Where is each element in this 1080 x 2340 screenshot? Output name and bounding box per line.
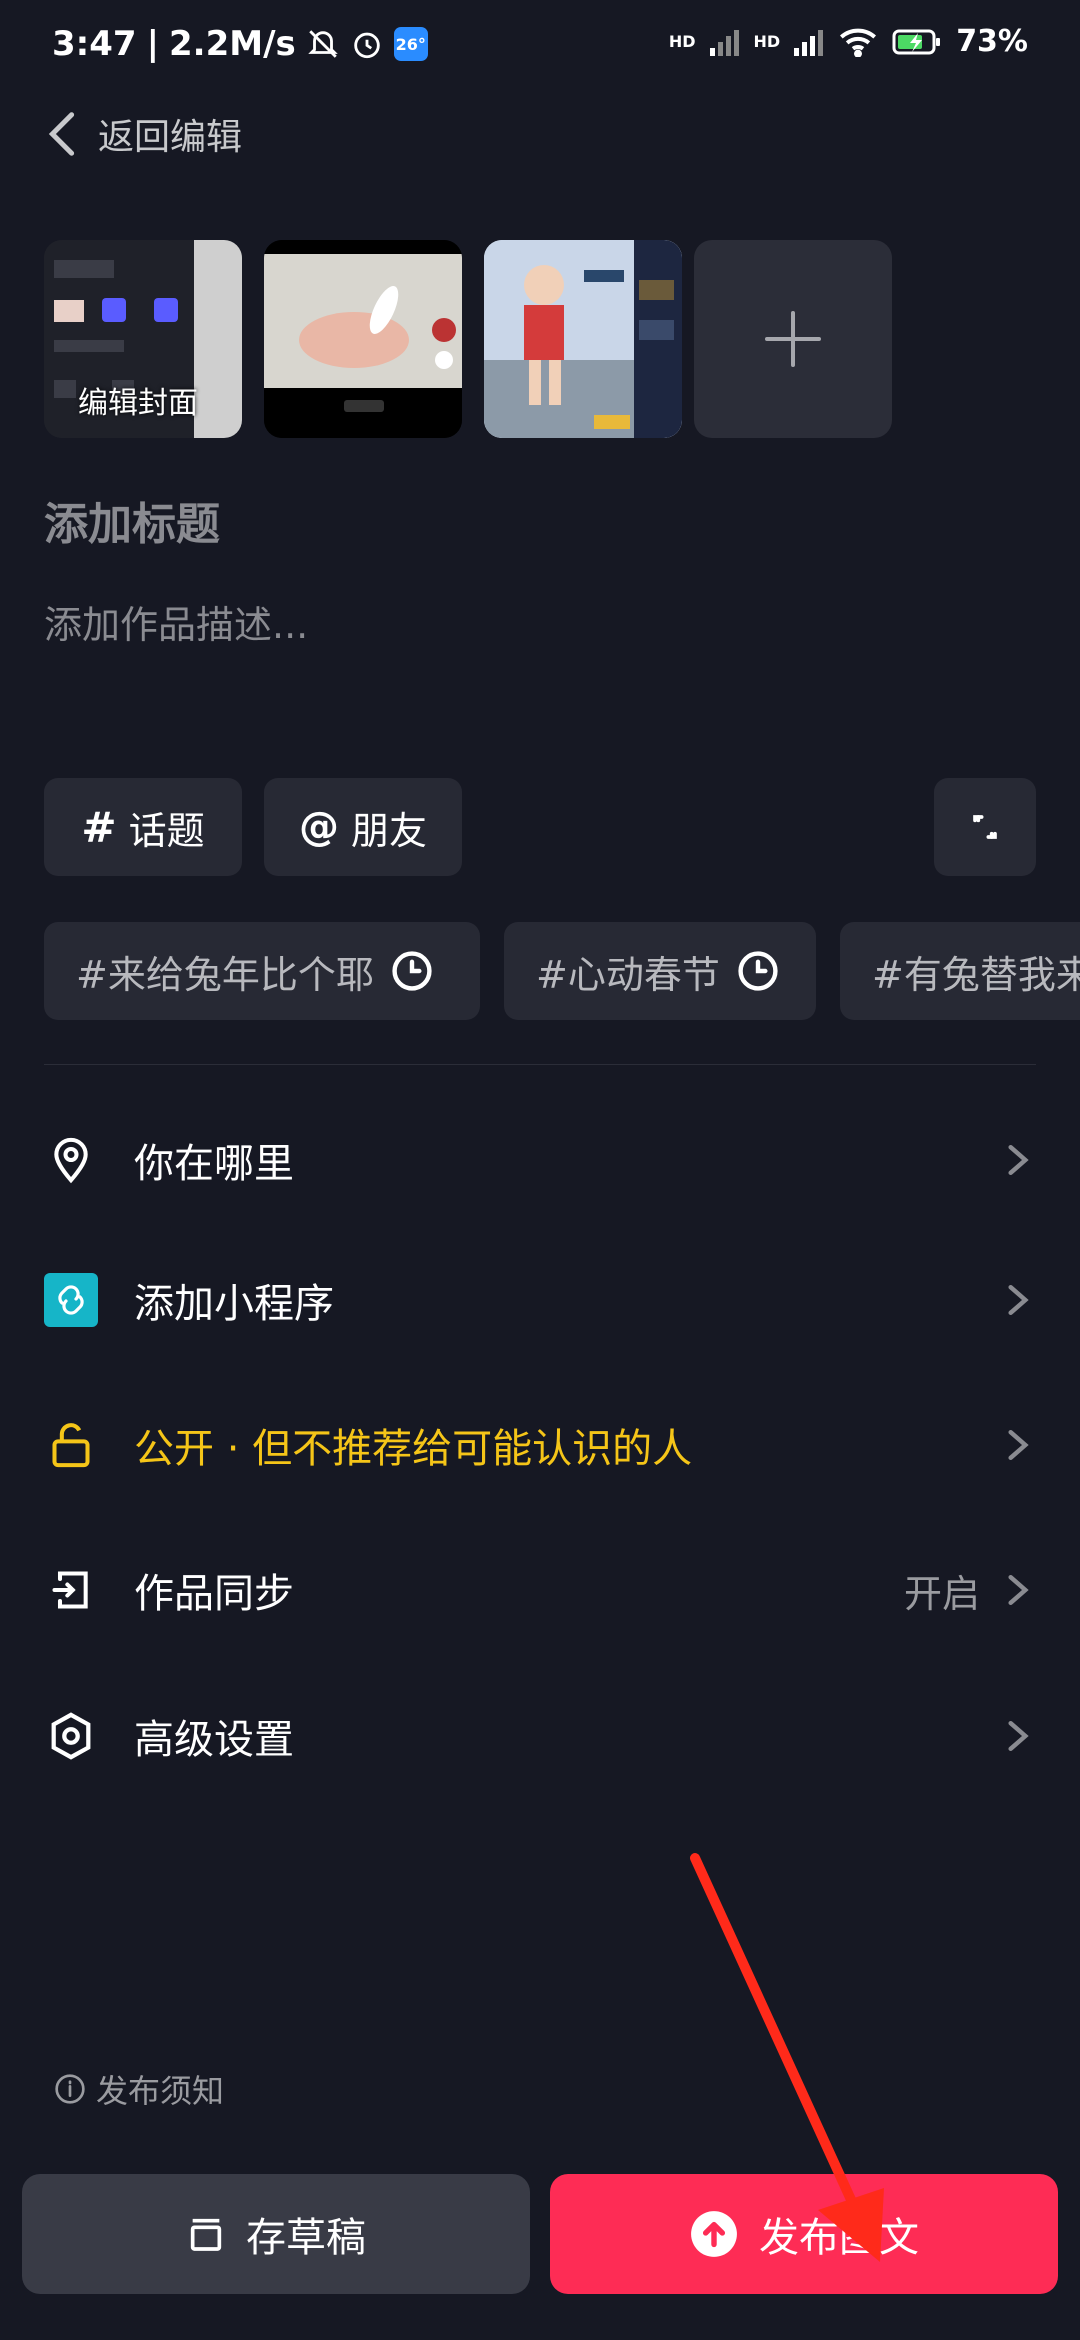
hash-icon: # [81,802,117,852]
expand-editor-button[interactable] [934,778,1036,876]
weather-temp: 26° [395,34,426,54]
battery-charging-icon [892,29,941,54]
alarm-icon [353,32,380,59]
divider [44,1064,1036,1065]
publish-notice-label: 发布须知 [96,2072,225,2110]
visibility-label: 公开 · 但不推荐给可能认识的人 [134,1426,693,1472]
visibility-row[interactable]: 公开 · 但不推荐给可能认识的人 [44,1395,1036,1495]
status-time: 3:47 [52,24,137,64]
mini-program-icon [44,1273,98,1327]
edit-cover-label: 编辑封面 [78,386,198,421]
chevron-right-icon [1000,1718,1036,1754]
unlock-icon [44,1418,98,1472]
location-row[interactable]: 你在哪里 [44,1110,1036,1210]
add-media-button[interactable] [694,240,892,438]
back-button[interactable]: 返回编辑 [44,108,242,160]
battery-percent: 73% [956,24,1028,59]
save-draft-button[interactable]: 存草稿 [22,2174,530,2294]
weather-icon: 26° [393,27,428,61]
sync-row[interactable]: 作品同步 开启 [44,1540,1036,1640]
chevron-right-icon [1000,1427,1036,1463]
mention-friend-button[interactable]: @ 朋友 [264,778,462,876]
upload-circle-icon [691,2211,737,2257]
back-label: 返回编辑 [98,117,243,158]
suggested-topic-2-label: #心动春节 [536,952,720,997]
cover-thumbnail[interactable]: 编辑封面 [44,240,242,438]
chevron-left-icon [48,112,75,156]
title-input[interactable]: 添加标题 [44,488,220,552]
video-thumbnail[interactable] [264,240,462,438]
publish-notice-link[interactable]: 发布须知 [54,2066,224,2112]
bell-muted-icon [307,30,338,58]
advanced-settings-row[interactable]: 高级设置 [44,1686,1036,1786]
game-thumbnail[interactable] [484,240,682,438]
signal-icon-2 [794,29,824,56]
signal-hd-label-2: HD [753,32,781,51]
save-draft-label: 存草稿 [246,2215,366,2261]
location-pin-icon [44,1133,98,1187]
topic-label: 话题 [128,808,205,853]
expand-icon [973,815,997,839]
clock-icon [738,951,778,991]
status-speed: 2.2M/s [169,24,296,64]
sync-icon [44,1563,98,1617]
status-separator: | [146,24,159,64]
suggested-topic-3-label: #有兔替我来 [872,952,1080,997]
topic-button[interactable]: # 话题 [44,778,242,876]
status-bar-left: 3:47 | 2.2M/s 26° [52,24,428,64]
mini-program-label: 添加小程序 [134,1281,334,1327]
publish-label: 发布图文 [759,2215,919,2261]
chevron-right-icon [1000,1572,1036,1608]
suggested-topic-1[interactable]: #来给兔年比个耶 [44,922,480,1020]
game-character-image [484,240,682,438]
suggested-topic-1-label: #来给兔年比个耶 [76,952,374,997]
chevron-right-icon [1000,1142,1036,1178]
suggested-topic-2[interactable]: #心动春节 [504,922,816,1020]
wifi-icon [840,28,877,57]
sync-label: 作品同步 [134,1571,294,1617]
description-input[interactable]: 添加作品描述... [44,594,308,649]
plus-icon [765,311,821,367]
advanced-settings-label: 高级设置 [134,1717,294,1763]
signal-hd-label-1: HD [668,32,696,51]
status-bar-right: HD HD 73% [669,24,1028,59]
friend-label: 朋友 [350,808,427,853]
suggested-topic-3[interactable]: #有兔替我来 [840,922,1080,1020]
signal-icon [709,29,739,56]
info-icon [55,2074,85,2104]
chevron-right-icon [1000,1282,1036,1318]
clock-icon [392,951,432,991]
draft-box-icon [190,2218,222,2251]
sync-value: 开启 [903,1571,980,1616]
settings-hexagon-icon [44,1709,98,1763]
at-icon: @ [298,804,339,850]
publish-button[interactable]: 发布图文 [550,2174,1058,2294]
video-frame-image [264,240,462,438]
location-label: 你在哪里 [134,1141,294,1187]
mini-program-row[interactable]: 添加小程序 [44,1250,1036,1350]
